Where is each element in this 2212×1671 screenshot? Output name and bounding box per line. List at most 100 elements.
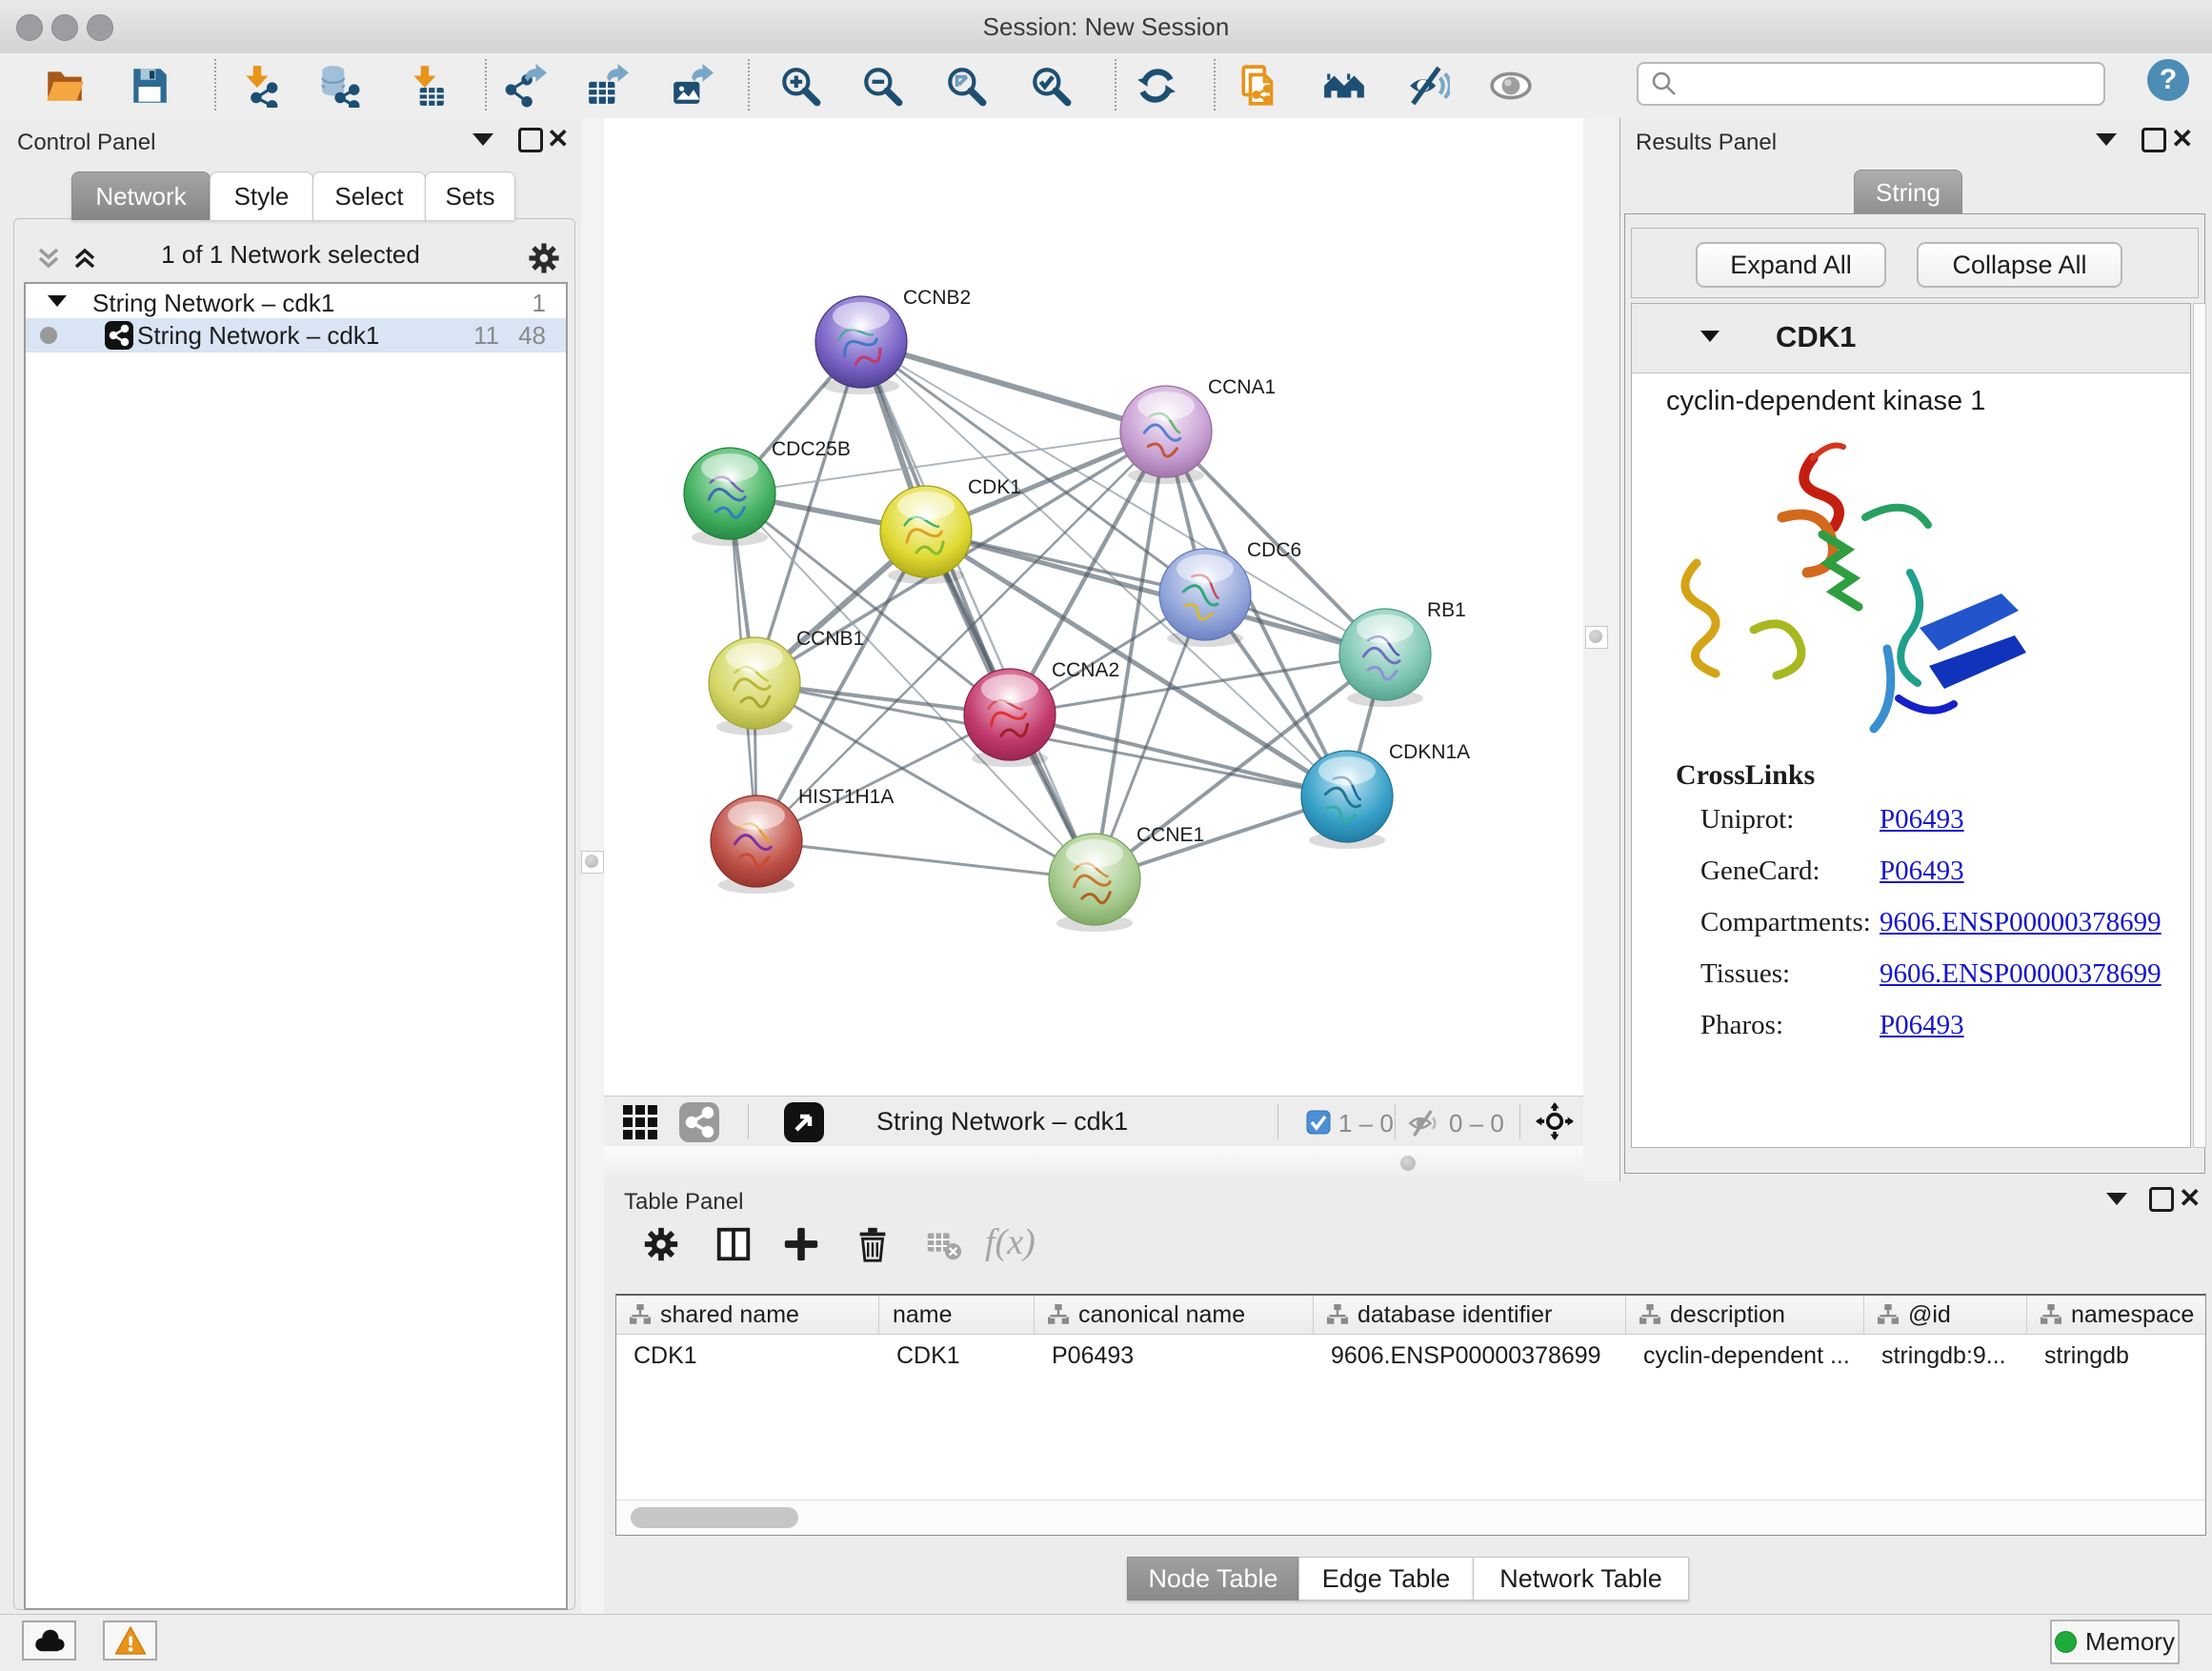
table-cell[interactable]: CDK1	[616, 1335, 879, 1373]
refresh-layout-icon[interactable]	[1135, 64, 1178, 108]
network-badge-icon[interactable]	[678, 1101, 720, 1143]
open-session-folder-icon[interactable]	[43, 64, 87, 108]
expand-all-button[interactable]: Expand All	[1696, 242, 1886, 288]
table-options-gear-icon[interactable]	[641, 1224, 683, 1266]
zoom-in-icon[interactable]	[778, 64, 822, 108]
warning-button[interactable]	[103, 1621, 157, 1661]
network-node-CCNB1[interactable]: CCNB1	[709, 628, 864, 735]
collapse-panel-icon[interactable]	[2106, 1193, 2127, 1205]
hide-selected-eye-icon[interactable]	[1406, 64, 1450, 108]
crosslink-link[interactable]: P06493	[1880, 856, 1964, 887]
tab-style[interactable]: Style	[210, 171, 313, 220]
network-node-CDC6[interactable]: CDC6	[1159, 539, 1301, 647]
collapse-all-button[interactable]: Collapse All	[1917, 242, 2122, 288]
crosslink-link[interactable]: P06493	[1880, 804, 1964, 836]
tab-node-table[interactable]: Node Table	[1127, 1557, 1299, 1601]
help-button[interactable]: ?	[2147, 59, 2189, 101]
network-node-RB1[interactable]: RB1	[1339, 599, 1466, 707]
table-horizontal-scrollbar[interactable]	[616, 1500, 2205, 1536]
splitter-handle[interactable]	[1585, 626, 1608, 649]
search-input[interactable]	[1684, 67, 2103, 101]
import-network-file-icon[interactable]	[236, 64, 280, 108]
save-session-icon[interactable]	[128, 64, 171, 108]
copy-network-icon[interactable]	[1237, 64, 1281, 108]
network-node-CDK1[interactable]: CDK1	[880, 476, 1021, 584]
left-splitter[interactable]	[581, 118, 604, 1614]
table-cell[interactable]: 9606.ENSP00000378699	[1314, 1335, 1626, 1373]
network-node-CCNA1[interactable]: CCNA1	[1120, 376, 1276, 484]
network-tree-root-row[interactable]: String Network – cdk1 1	[26, 286, 566, 318]
network-graph[interactable]: CCNB2 CCNA1 CDC25B CDK1 CDC6 RB1 CCNB1 CCNA2 CDK…	[604, 118, 1583, 1096]
close-panel-icon[interactable]: ✕	[547, 130, 569, 149]
memory-button[interactable]: Memory	[2050, 1620, 2180, 1664]
network-node-CCNA2[interactable]: CCNA2	[964, 659, 1119, 767]
tab-select[interactable]: Select	[312, 171, 426, 220]
splitter-handle[interactable]	[1400, 1156, 1416, 1171]
network-node-HIST1H1A[interactable]: HIST1H1A	[711, 786, 894, 894]
neighbors-houses-icon[interactable]	[1322, 64, 1366, 108]
network-tree-child-row[interactable]: String Network – cdk1 11 48	[26, 318, 566, 352]
import-network-database-icon[interactable]	[316, 64, 360, 108]
export-network-icon[interactable]	[503, 64, 547, 108]
tab-sets[interactable]: Sets	[425, 171, 515, 220]
export-image-icon[interactable]	[670, 64, 714, 108]
float-panel-icon[interactable]	[2149, 1187, 2174, 1212]
column-header-name[interactable]: name	[879, 1296, 1035, 1334]
scrollbar-thumb[interactable]	[631, 1507, 798, 1528]
table-row[interactable]: CDK1CDK1P064939606.ENSP00000378699cyclin…	[616, 1335, 2206, 1373]
column-header-canonical-name[interactable]: canonical name	[1035, 1296, 1314, 1334]
network-node-CCNE1[interactable]: CCNE1	[1049, 824, 1204, 932]
selected-checkbox-icon[interactable]	[1306, 1110, 1331, 1135]
crosslink-link[interactable]: 9606.ENSP00000378699	[1880, 958, 2162, 990]
table-cell[interactable]: stringdb:9...	[1864, 1335, 2027, 1373]
tab-string[interactable]: String	[1854, 170, 1962, 215]
horizontal-splitter[interactable]	[604, 1146, 1583, 1181]
collapse-panel-icon[interactable]	[473, 133, 493, 146]
network-options-gear-icon[interactable]	[526, 240, 562, 276]
cloud-button[interactable]	[22, 1621, 76, 1661]
float-panel-icon[interactable]	[518, 128, 543, 152]
import-table-file-icon[interactable]	[404, 64, 448, 108]
export-table-icon[interactable]	[585, 64, 629, 108]
gene-section-header[interactable]: CDK1	[1632, 304, 2190, 373]
zoom-fit-icon[interactable]	[944, 64, 988, 108]
table-cell[interactable]: P06493	[1035, 1335, 1314, 1373]
table-cell[interactable]: CDK1	[879, 1335, 1035, 1373]
grid-view-icon[interactable]	[621, 1103, 659, 1141]
delete-column-trash-icon[interactable]	[853, 1224, 895, 1266]
network-canvas[interactable]: CCNB2 CCNA1 CDC25B CDK1 CDC6 RB1 CCNB1 CCNA2 CDK…	[604, 118, 1583, 1096]
tree-expand-icon[interactable]	[48, 295, 67, 307]
show-columns-icon[interactable]	[714, 1224, 755, 1266]
results-scrollbar[interactable]	[2193, 303, 2206, 1148]
splitter-handle[interactable]	[581, 851, 604, 874]
search-field[interactable]	[1637, 62, 2105, 106]
zoom-selected-icon[interactable]	[1029, 64, 1073, 108]
section-collapse-icon[interactable]	[1700, 331, 1719, 342]
table-cell[interactable]: cyclin-dependent ...	[1626, 1335, 1864, 1373]
collapse-panel-icon[interactable]	[2096, 133, 2117, 146]
close-panel-icon[interactable]: ✕	[2171, 130, 2193, 149]
zoom-out-icon[interactable]	[860, 64, 904, 108]
crosslink-link[interactable]: 9606.ENSP00000378699	[1880, 907, 2162, 938]
column-header-shared-name[interactable]: shared name	[616, 1296, 879, 1334]
float-panel-icon[interactable]	[2142, 128, 2166, 152]
column-header--id[interactable]: @id	[1864, 1296, 2027, 1334]
network-node-CDC25B[interactable]: CDC25B	[684, 438, 851, 546]
tab-network-table[interactable]: Network Table	[1473, 1557, 1689, 1601]
close-panel-icon[interactable]: ✕	[2179, 1189, 2201, 1208]
show-all-eye-icon[interactable]	[1489, 64, 1533, 108]
pan-crosshair-icon[interactable]	[1536, 1102, 1574, 1140]
tab-edge-table[interactable]: Edge Table	[1298, 1557, 1474, 1601]
add-column-icon[interactable]	[781, 1224, 823, 1266]
column-header-namespace[interactable]: namespace	[2027, 1296, 2206, 1334]
node-table[interactable]: shared namenamecanonical namedatabase id…	[615, 1294, 2206, 1536]
column-header-database-identifier[interactable]: database identifier	[1314, 1296, 1626, 1334]
column-header-description[interactable]: description	[1626, 1296, 1864, 1334]
tab-network[interactable]: Network	[71, 171, 211, 220]
right-splitter[interactable]	[1583, 118, 1619, 1181]
network-node-CCNB2[interactable]: CCNB2	[815, 287, 971, 394]
network-node-CDKN1A[interactable]: CDKN1A	[1301, 741, 1470, 849]
crosslink-link[interactable]: P06493	[1880, 1010, 1964, 1041]
table-cell[interactable]: stringdb	[2027, 1335, 2206, 1373]
open-in-window-icon[interactable]	[783, 1101, 825, 1143]
